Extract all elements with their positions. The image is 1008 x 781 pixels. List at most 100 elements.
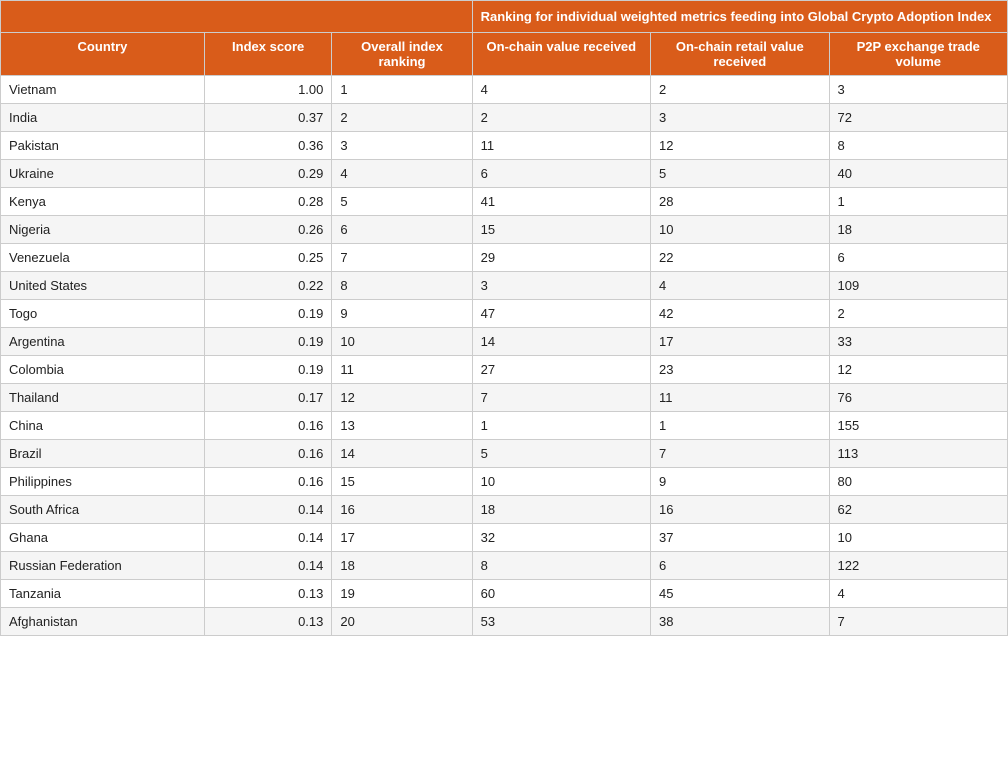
- cell-index: 0.13: [204, 580, 331, 608]
- cell-country: South Africa: [1, 496, 205, 524]
- cell-onchain: 11: [472, 132, 650, 160]
- cell-retail: 23: [651, 356, 829, 384]
- cell-ranking: 6: [332, 216, 472, 244]
- table-row: Russian Federation0.141886122: [1, 552, 1008, 580]
- cell-index: 0.16: [204, 468, 331, 496]
- top-header-right-label: Ranking for individual weighted metrics …: [472, 1, 1007, 33]
- cell-index: 0.26: [204, 216, 331, 244]
- cell-index: 0.14: [204, 496, 331, 524]
- main-table: Ranking for individual weighted metrics …: [0, 0, 1008, 636]
- cell-index: 0.14: [204, 524, 331, 552]
- cell-onchain: 5: [472, 440, 650, 468]
- cell-country: Pakistan: [1, 132, 205, 160]
- table-row: Nigeria0.266151018: [1, 216, 1008, 244]
- cell-index: 0.25: [204, 244, 331, 272]
- cell-onchain: 14: [472, 328, 650, 356]
- cell-p2p: 109: [829, 272, 1008, 300]
- table-row: United States0.22834109: [1, 272, 1008, 300]
- cell-p2p: 7: [829, 608, 1008, 636]
- table-row: China0.161311155: [1, 412, 1008, 440]
- cell-ranking: 15: [332, 468, 472, 496]
- cell-country: China: [1, 412, 205, 440]
- table-row: Kenya0.28541281: [1, 188, 1008, 216]
- cell-onchain: 6: [472, 160, 650, 188]
- table-row: Tanzania0.131960454: [1, 580, 1008, 608]
- cell-onchain: 41: [472, 188, 650, 216]
- table-row: Thailand0.171271176: [1, 384, 1008, 412]
- cell-retail: 38: [651, 608, 829, 636]
- cell-p2p: 18: [829, 216, 1008, 244]
- cell-ranking: 14: [332, 440, 472, 468]
- cell-p2p: 155: [829, 412, 1008, 440]
- table-row: South Africa0.1416181662: [1, 496, 1008, 524]
- cell-retail: 12: [651, 132, 829, 160]
- cell-ranking: 16: [332, 496, 472, 524]
- cell-onchain: 60: [472, 580, 650, 608]
- cell-index: 0.22: [204, 272, 331, 300]
- cell-ranking: 3: [332, 132, 472, 160]
- cell-onchain: 18: [472, 496, 650, 524]
- cell-p2p: 40: [829, 160, 1008, 188]
- cell-country: Venezuela: [1, 244, 205, 272]
- table-row: Pakistan0.36311128: [1, 132, 1008, 160]
- cell-index: 0.16: [204, 440, 331, 468]
- cell-p2p: 80: [829, 468, 1008, 496]
- cell-retail: 22: [651, 244, 829, 272]
- cell-retail: 45: [651, 580, 829, 608]
- cell-country: United States: [1, 272, 205, 300]
- col-country-header: Country: [1, 33, 205, 76]
- cell-ranking: 13: [332, 412, 472, 440]
- cell-country: Thailand: [1, 384, 205, 412]
- cell-index: 0.13: [204, 608, 331, 636]
- cell-index: 1.00: [204, 76, 331, 104]
- cell-ranking: 11: [332, 356, 472, 384]
- cell-ranking: 18: [332, 552, 472, 580]
- cell-ranking: 2: [332, 104, 472, 132]
- cell-index: 0.14: [204, 552, 331, 580]
- cell-country: Ukraine: [1, 160, 205, 188]
- cell-onchain: 53: [472, 608, 650, 636]
- cell-retail: 5: [651, 160, 829, 188]
- cell-ranking: 10: [332, 328, 472, 356]
- cell-ranking: 1: [332, 76, 472, 104]
- cell-p2p: 122: [829, 552, 1008, 580]
- col-onchain-header: On-chain value received: [472, 33, 650, 76]
- cell-onchain: 7: [472, 384, 650, 412]
- cell-onchain: 29: [472, 244, 650, 272]
- cell-ranking: 7: [332, 244, 472, 272]
- cell-p2p: 8: [829, 132, 1008, 160]
- table-row: Colombia0.1911272312: [1, 356, 1008, 384]
- cell-retail: 9: [651, 468, 829, 496]
- cell-ranking: 20: [332, 608, 472, 636]
- cell-onchain: 32: [472, 524, 650, 552]
- cell-ranking: 5: [332, 188, 472, 216]
- cell-country: Ghana: [1, 524, 205, 552]
- cell-p2p: 76: [829, 384, 1008, 412]
- cell-p2p: 72: [829, 104, 1008, 132]
- cell-onchain: 4: [472, 76, 650, 104]
- cell-country: Vietnam: [1, 76, 205, 104]
- cell-index: 0.29: [204, 160, 331, 188]
- cell-ranking: 12: [332, 384, 472, 412]
- cell-index: 0.17: [204, 384, 331, 412]
- cell-onchain: 1: [472, 412, 650, 440]
- cell-retail: 11: [651, 384, 829, 412]
- cell-index: 0.36: [204, 132, 331, 160]
- cell-retail: 1: [651, 412, 829, 440]
- cell-onchain: 27: [472, 356, 650, 384]
- cell-onchain: 15: [472, 216, 650, 244]
- col-index-header: Index score: [204, 33, 331, 76]
- cell-retail: 10: [651, 216, 829, 244]
- col-retail-header: On-chain retail value received: [651, 33, 829, 76]
- cell-retail: 7: [651, 440, 829, 468]
- cell-index: 0.19: [204, 328, 331, 356]
- cell-country: Tanzania: [1, 580, 205, 608]
- cell-index: 0.19: [204, 300, 331, 328]
- table-row: Togo0.19947422: [1, 300, 1008, 328]
- table-row: India0.3722372: [1, 104, 1008, 132]
- col-p2p-header: P2P exchange trade volume: [829, 33, 1008, 76]
- table-row: Venezuela0.25729226: [1, 244, 1008, 272]
- cell-onchain: 2: [472, 104, 650, 132]
- cell-country: Togo: [1, 300, 205, 328]
- cell-index: 0.19: [204, 356, 331, 384]
